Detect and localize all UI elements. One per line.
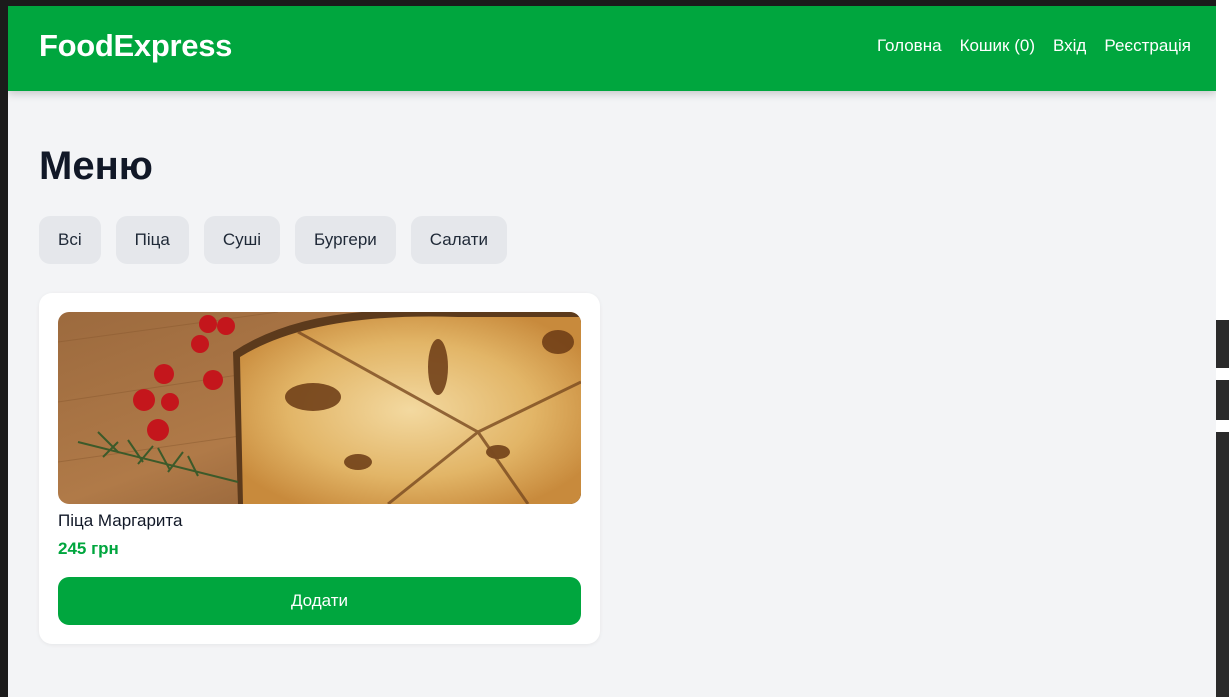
nav-home-link[interactable]: Головна xyxy=(877,36,942,56)
main-nav: Головна Кошик (0) Вхід Реєстрація xyxy=(877,36,1191,56)
filter-all-button[interactable]: Всі xyxy=(39,216,101,264)
product-card: Піца Маргарита 245 грн Додати xyxy=(39,293,600,644)
product-price: 245 грн xyxy=(58,539,119,558)
filter-pizza-button[interactable]: Піца xyxy=(115,216,189,264)
add-to-cart-button[interactable]: Додати xyxy=(58,577,581,625)
nav-login-link[interactable]: Вхід xyxy=(1053,36,1086,56)
site-logo[interactable]: FoodExpress xyxy=(39,28,232,64)
site-header: FoodExpress Головна Кошик (0) Вхід Реєст… xyxy=(8,6,1216,91)
category-filters: Всі Піца Суші Бургери Салати xyxy=(39,216,508,264)
adjacent-window-edge xyxy=(1216,0,1229,697)
nav-register-link[interactable]: Реєстрація xyxy=(1104,36,1191,56)
nav-cart-link[interactable]: Кошик (0) xyxy=(960,36,1035,56)
filter-salads-button[interactable]: Салати xyxy=(410,216,508,264)
product-name: Піца Маргарита xyxy=(58,511,183,530)
filter-sushi-button[interactable]: Суші xyxy=(203,216,281,264)
product-image xyxy=(58,312,581,504)
page-title: Меню xyxy=(39,144,153,188)
browser-viewport: FoodExpress Головна Кошик (0) Вхід Реєст… xyxy=(8,6,1216,697)
filter-burgers-button[interactable]: Бургери xyxy=(295,216,396,264)
